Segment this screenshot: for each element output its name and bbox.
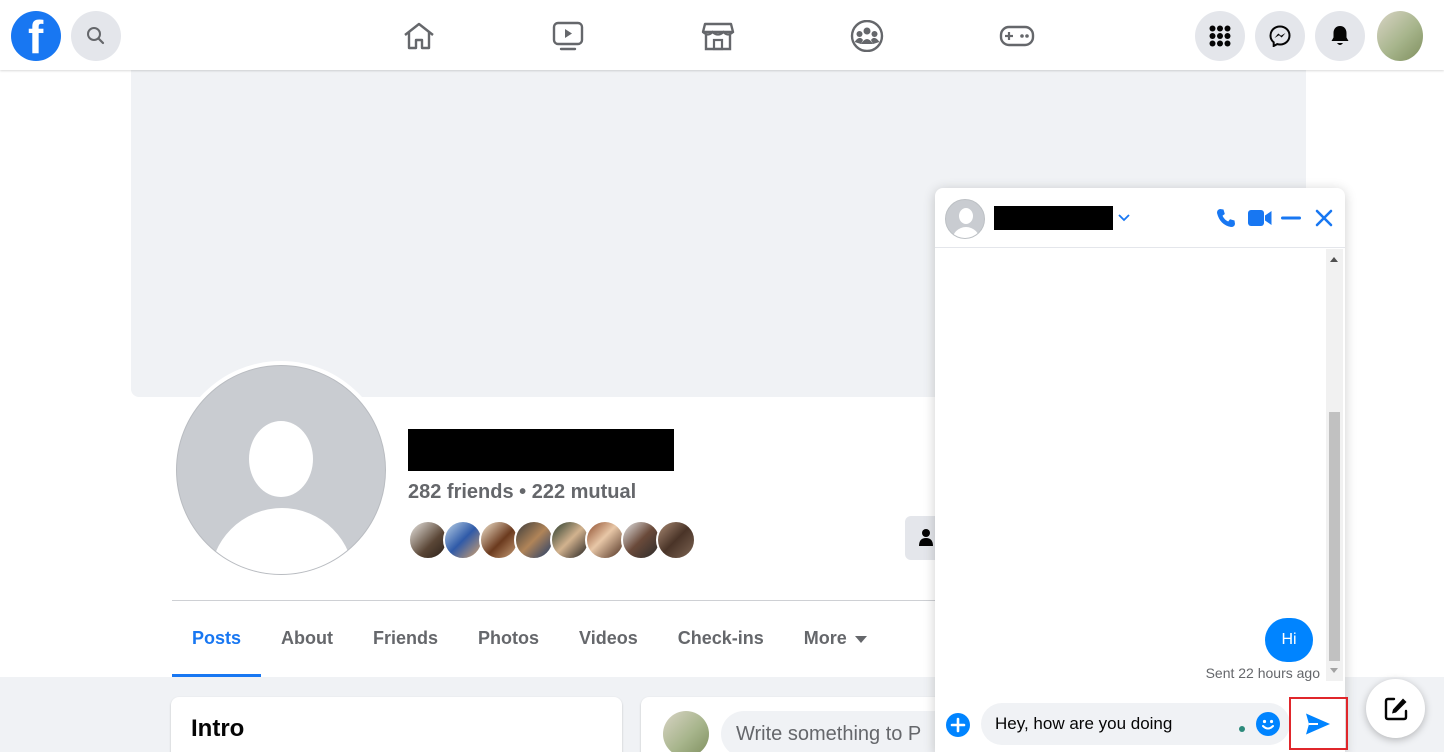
search-button[interactable] bbox=[71, 11, 121, 61]
tab-posts[interactable]: Posts bbox=[172, 601, 262, 677]
close-icon bbox=[1315, 209, 1333, 227]
message-input[interactable]: Hey, how are you doing bbox=[981, 703, 1290, 745]
redacted-profile-name bbox=[408, 429, 674, 471]
profile-tabs: Posts About Friends Photos Videos Check-… bbox=[172, 601, 887, 677]
account-avatar[interactable] bbox=[1377, 11, 1423, 61]
message-sent-status: Sent 22 hours ago bbox=[1205, 665, 1320, 681]
friend-avatar[interactable] bbox=[408, 520, 448, 560]
notifications-button[interactable] bbox=[1315, 11, 1365, 61]
friend-avatar[interactable] bbox=[479, 520, 519, 560]
chevron-down-icon bbox=[1118, 214, 1130, 222]
tab-more[interactable]: More bbox=[784, 601, 887, 677]
friend-avatar[interactable] bbox=[443, 520, 483, 560]
composer-avatar bbox=[663, 711, 709, 752]
scroll-down-arrow-icon[interactable] bbox=[1330, 668, 1338, 673]
watch-icon bbox=[552, 21, 584, 51]
sent-message-bubble[interactable]: Hi bbox=[1265, 618, 1313, 662]
new-message-button[interactable] bbox=[1366, 679, 1425, 738]
video-call-button[interactable] bbox=[1248, 206, 1272, 230]
send-icon[interactable] bbox=[1305, 712, 1331, 736]
default-avatar-icon bbox=[176, 365, 386, 575]
tab-videos[interactable]: Videos bbox=[559, 601, 658, 677]
friends-count[interactable]: 282 friends • 222 mutual bbox=[408, 481, 636, 504]
status-dot bbox=[1239, 726, 1245, 732]
messenger-button[interactable] bbox=[1255, 11, 1305, 61]
messenger-icon bbox=[1269, 25, 1291, 47]
nav-watch[interactable] bbox=[538, 12, 598, 60]
intro-card: Intro bbox=[171, 697, 622, 752]
groups-icon bbox=[850, 20, 884, 52]
friend-avatar[interactable] bbox=[514, 520, 554, 560]
smiley-icon bbox=[1262, 719, 1274, 730]
plus-icon bbox=[950, 717, 966, 733]
nav-home[interactable] bbox=[389, 12, 449, 60]
minimize-icon bbox=[1281, 216, 1301, 220]
tab-friends[interactable]: Friends bbox=[353, 601, 458, 677]
top-navigation-bar: f bbox=[0, 0, 1444, 70]
scroll-up-arrow-icon[interactable] bbox=[1330, 257, 1338, 262]
intro-title: Intro bbox=[191, 715, 245, 742]
send-button-highlight bbox=[1289, 697, 1348, 750]
emoji-button[interactable] bbox=[1256, 712, 1280, 736]
chat-scrollbar[interactable] bbox=[1326, 249, 1343, 681]
menu-button[interactable] bbox=[1195, 11, 1245, 61]
bell-icon bbox=[1331, 26, 1349, 45]
voice-call-button[interactable] bbox=[1215, 206, 1237, 230]
chat-contact-avatar[interactable] bbox=[945, 199, 985, 239]
chat-options-button[interactable] bbox=[1117, 206, 1131, 230]
search-icon bbox=[87, 27, 105, 45]
video-camera-icon bbox=[1248, 210, 1272, 226]
scroll-thumb[interactable] bbox=[1329, 412, 1340, 661]
friend-avatar[interactable] bbox=[656, 520, 696, 560]
messenger-chat-window: Hi Sent 22 hours ago Hey, how are you do… bbox=[935, 188, 1348, 752]
friend-avatar[interactable] bbox=[550, 520, 590, 560]
profile-picture[interactable] bbox=[172, 361, 390, 579]
more-actions-button[interactable] bbox=[946, 713, 970, 737]
chat-header bbox=[935, 188, 1345, 248]
nav-marketplace[interactable] bbox=[688, 12, 748, 60]
facebook-logo[interactable]: f bbox=[11, 11, 61, 62]
tab-check-ins[interactable]: Check-ins bbox=[658, 601, 784, 677]
menu-icon bbox=[1209, 25, 1231, 47]
marketplace-icon bbox=[701, 22, 735, 51]
gaming-icon bbox=[999, 25, 1035, 47]
caret-down-icon bbox=[854, 635, 867, 643]
minimize-chat-button[interactable] bbox=[1281, 206, 1301, 230]
phone-icon bbox=[1217, 209, 1235, 227]
friend-avatar[interactable] bbox=[621, 520, 661, 560]
redacted-contact-name[interactable] bbox=[994, 206, 1113, 230]
message-draft-text: Hey, how are you doing bbox=[995, 714, 1173, 733]
nav-gaming[interactable] bbox=[987, 12, 1047, 60]
close-chat-button[interactable] bbox=[1314, 206, 1334, 230]
friend-avatar[interactable] bbox=[585, 520, 625, 560]
tab-about[interactable]: About bbox=[261, 601, 353, 677]
tab-photos[interactable]: Photos bbox=[458, 601, 559, 677]
home-icon bbox=[404, 22, 434, 50]
nav-groups[interactable] bbox=[837, 12, 897, 60]
compose-icon bbox=[1384, 697, 1407, 720]
chat-composer: Hey, how are you doing bbox=[935, 693, 1348, 752]
